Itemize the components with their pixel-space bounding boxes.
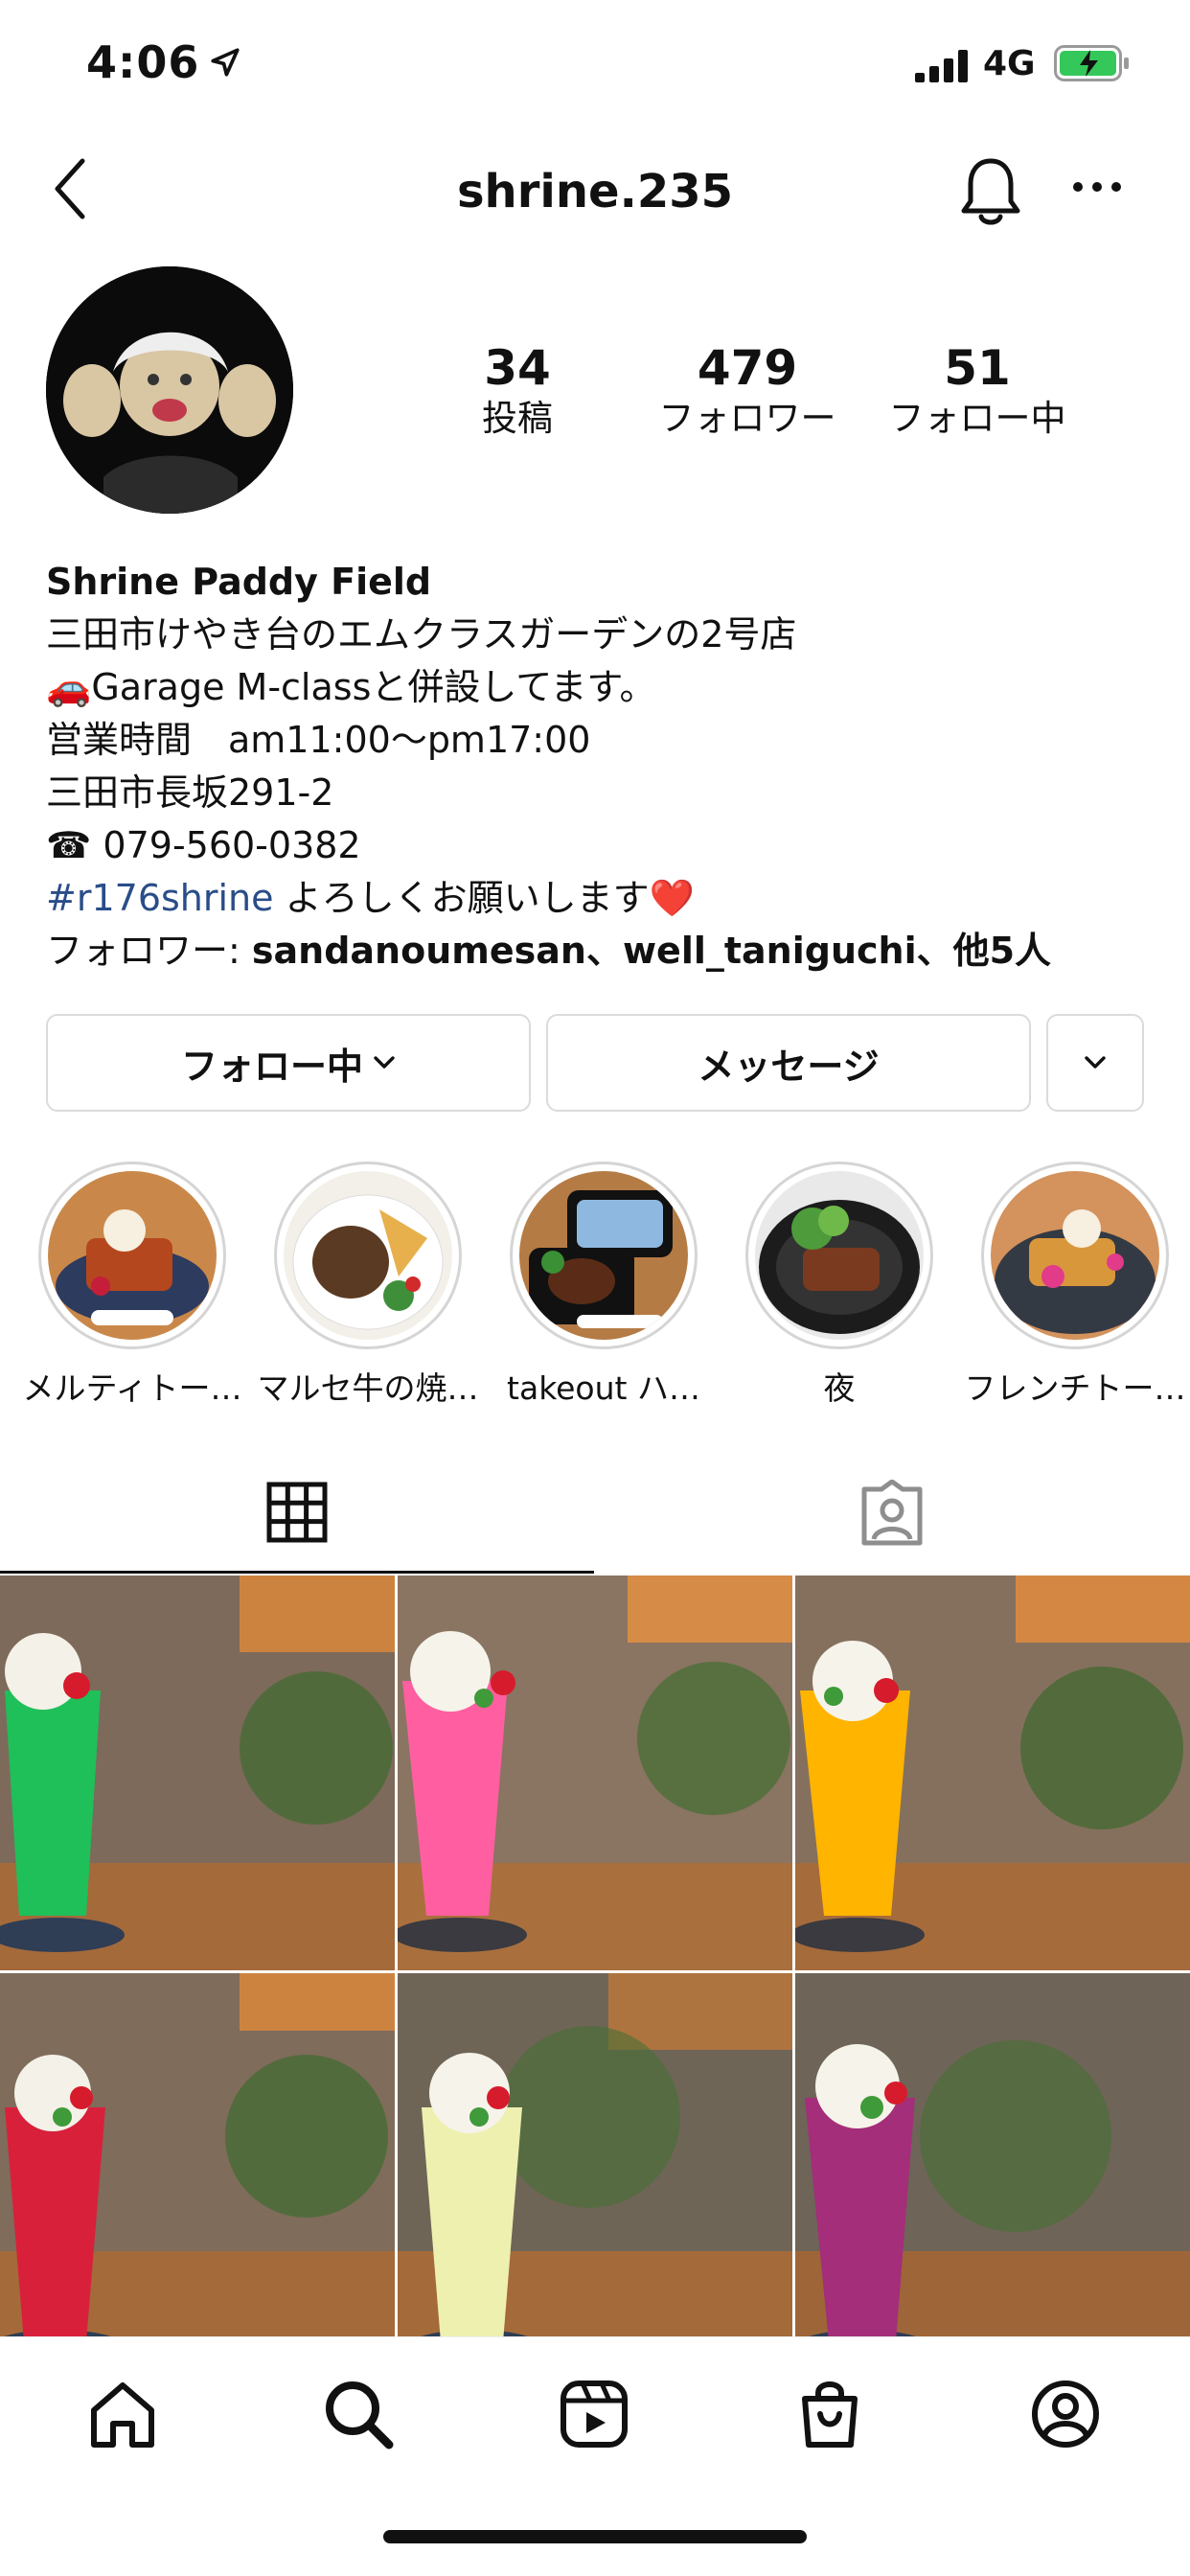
- tab-tagged[interactable]: [596, 1457, 1190, 1574]
- bio-line: 営業時間 am11:00〜pm17:00: [46, 719, 591, 761]
- signal-icon: [915, 50, 968, 82]
- post-image: [398, 1576, 792, 1970]
- post-tile[interactable]: [795, 1576, 1190, 1970]
- highlight-ring: [981, 1162, 1169, 1349]
- stat-posts[interactable]: 34 投稿: [402, 341, 632, 441]
- mutual-followers[interactable]: フォロワー: sandanoumesan、well_taniguchi、他5人: [46, 925, 1157, 978]
- highlight-image: [519, 1171, 688, 1340]
- highlight-label: takeout ハ…: [507, 1369, 700, 1407]
- post-tile[interactable]: [795, 1973, 1190, 2368]
- stat-posts-count: 34: [484, 340, 551, 396]
- following-button[interactable]: フォロー中: [46, 1014, 531, 1112]
- profile-header: shrine.235: [0, 144, 1190, 240]
- post-tile[interactable]: [0, 1973, 395, 2368]
- profile-bio: Shrine Paddy Field 三田市けやき台のエムクラスガーデンの2号店…: [46, 556, 1157, 978]
- post-tile[interactable]: [398, 1576, 792, 1970]
- profile-display-name: Shrine Paddy Field: [46, 561, 432, 603]
- stat-following[interactable]: 51 フォロー中: [862, 341, 1092, 441]
- profile-avatar[interactable]: [46, 266, 293, 514]
- bio-line: よろしくお願いします❤️: [273, 877, 695, 919]
- chevron-down-icon: [1085, 1056, 1106, 1069]
- tab-posts-grid[interactable]: [0, 1457, 594, 1574]
- highlight-image: [284, 1171, 452, 1340]
- bio-line: 三田市けやき台のエムクラスガーデンの2号店: [46, 613, 797, 656]
- highlight-ring: [745, 1162, 933, 1349]
- profile-tabs: [0, 1457, 1190, 1574]
- message-button[interactable]: メッセージ: [546, 1014, 1031, 1112]
- post-tile[interactable]: [398, 1973, 792, 2368]
- highlight-label: 夜: [823, 1369, 856, 1407]
- highlight-item[interactable]: 夜: [745, 1162, 933, 1407]
- status-time: 4:06: [86, 36, 200, 88]
- highlight-item[interactable]: フレンチトー…: [965, 1162, 1186, 1407]
- bio-phone[interactable]: ☎ 079-560-0382: [46, 819, 1157, 872]
- more-icon[interactable]: [1071, 177, 1123, 196]
- highlight-ring: [274, 1162, 462, 1349]
- post-image: [0, 1576, 395, 1970]
- highlight-ring: [38, 1162, 226, 1349]
- reels-icon[interactable]: [558, 2378, 630, 2450]
- home-icon[interactable]: [86, 2378, 159, 2450]
- highlight-image: [991, 1171, 1159, 1340]
- bio-line: 🚗Garage M-classと併設してます。: [46, 666, 656, 708]
- shop-icon[interactable]: [793, 2378, 866, 2450]
- tagged-icon: [861, 1480, 923, 1546]
- location-arrow-icon: [211, 48, 240, 77]
- highlight-image: [48, 1171, 217, 1340]
- highlight-item[interactable]: takeout ハ…: [507, 1162, 700, 1407]
- highlight-label: メルティトー…: [22, 1369, 242, 1407]
- stat-followers[interactable]: 479 フォロワー: [632, 341, 862, 441]
- home-indicator: [383, 2530, 807, 2543]
- following-button-label: フォロー中: [180, 1045, 363, 1088]
- battery-charging-icon: [1054, 45, 1129, 81]
- bell-icon[interactable]: [958, 155, 1023, 230]
- mutual-followers-prefix: フォロワー:: [46, 930, 252, 972]
- highlight-image: [755, 1171, 924, 1340]
- post-image: [795, 1973, 1190, 2368]
- highlight-item[interactable]: メルティトー…: [22, 1162, 242, 1407]
- network-label: 4G: [983, 44, 1036, 83]
- bio-hashtag-link[interactable]: #r176shrine: [46, 877, 274, 919]
- post-image: [0, 1973, 395, 2368]
- profile-icon[interactable]: [1029, 2378, 1102, 2450]
- message-button-label: メッセージ: [698, 1045, 880, 1088]
- status-bar: 4:06 4G: [0, 0, 1190, 129]
- avatar-image: [46, 266, 293, 514]
- highlight-label: マルセ牛の焼…: [257, 1369, 479, 1407]
- post-tile[interactable]: [0, 1576, 395, 1970]
- stat-followers-count: 479: [697, 340, 798, 396]
- search-icon[interactable]: [322, 2378, 395, 2450]
- stat-following-count: 51: [944, 340, 1011, 396]
- bio-line: 三田市長坂291-2: [46, 771, 334, 814]
- highlight-ring: [510, 1162, 698, 1349]
- highlight-item[interactable]: マルセ牛の焼…: [258, 1162, 479, 1407]
- chevron-down-icon: [374, 1056, 395, 1069]
- stat-followers-label: フォロワー: [658, 398, 836, 439]
- bio-hashtag-line: #r176shrine よろしくお願いします❤️: [46, 872, 1157, 925]
- post-image: [398, 1973, 792, 2368]
- highlight-label: フレンチトー…: [964, 1369, 1186, 1407]
- suggested-accounts-button[interactable]: [1046, 1014, 1144, 1112]
- mutual-followers-names: sandanoumesan、well_taniguchi、他5人: [251, 930, 1052, 972]
- grid-icon: [266, 1482, 328, 1543]
- post-image: [795, 1576, 1190, 1970]
- stat-following-label: フォロー中: [888, 398, 1066, 439]
- active-tab-indicator: [0, 1571, 594, 1574]
- stat-posts-label: 投稿: [482, 398, 553, 439]
